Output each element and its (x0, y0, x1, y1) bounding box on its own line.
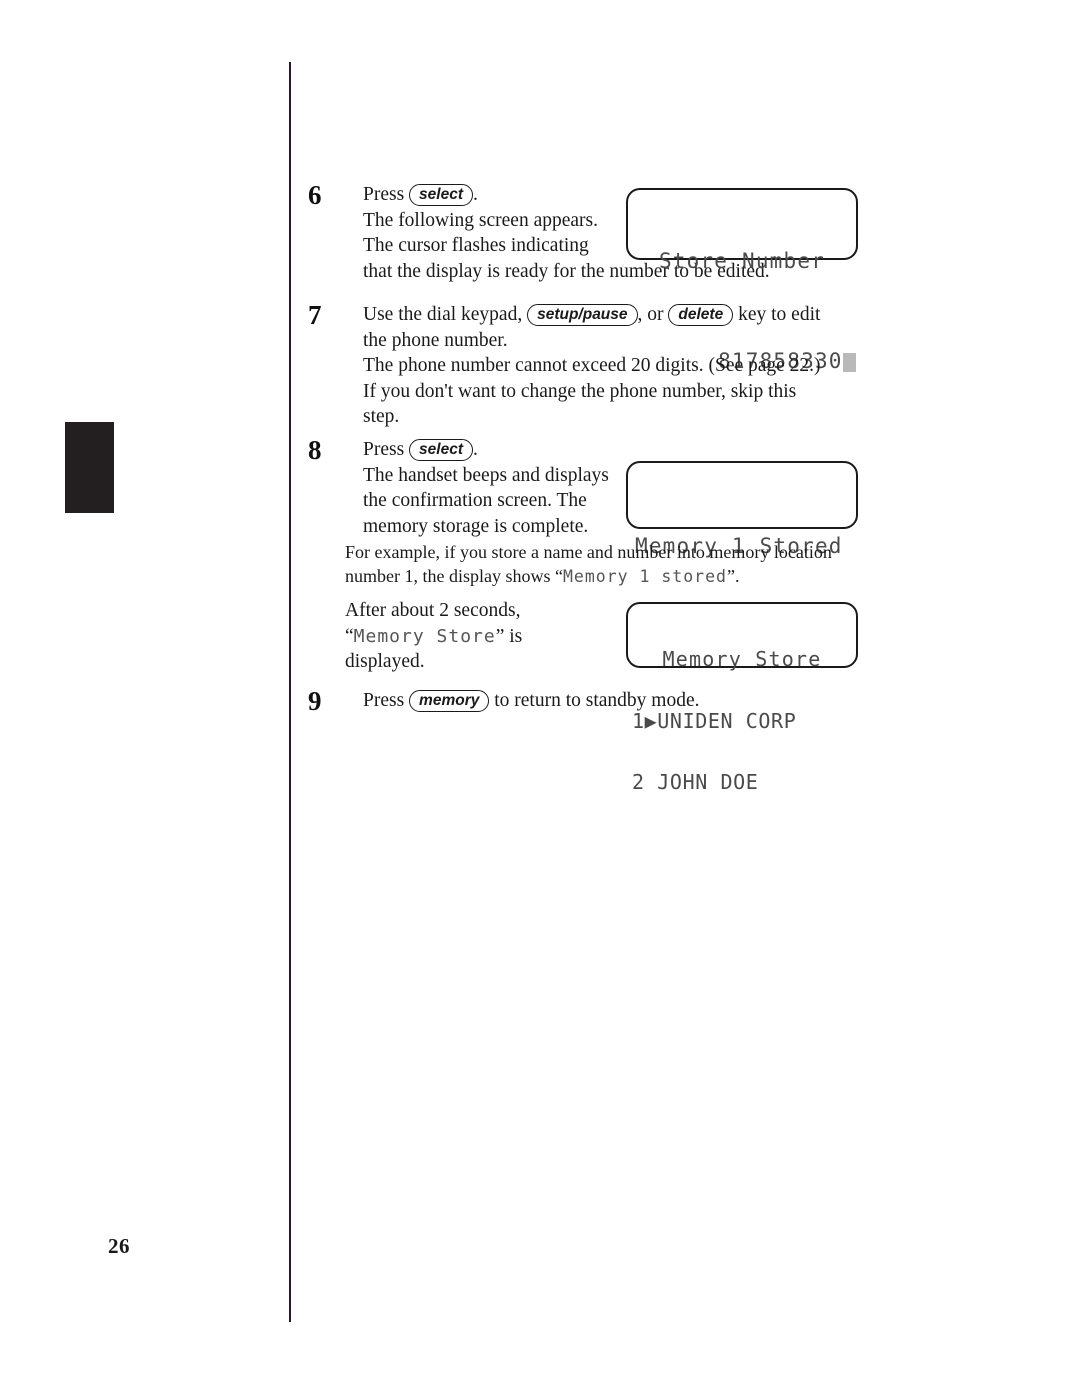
step-7: 7 Use the dial keypad, setup/pause, or d… (308, 302, 868, 430)
after-note-line-2: “Memory Store” is (345, 624, 625, 650)
page-number: 26 (108, 1234, 130, 1258)
lcd-memory-entry-2: 2 JOHN DOE (632, 770, 759, 794)
chapter-tab-marker (65, 422, 114, 513)
step-6-period: . (473, 184, 478, 205)
example-note-line-2-post: ”. (726, 566, 740, 586)
example-note-lcd-text: Memory 1 stored (562, 567, 727, 586)
step-7-line-4: If you don't want to change the phone nu… (363, 380, 797, 402)
step-7-intro-label: Use the dial keypad, (363, 304, 528, 325)
step-8-press-label: Press (363, 439, 410, 460)
lcd-memory-store-list: Memory Store 1▶UNIDEN CORP 2 JOHN DOE (626, 602, 858, 792)
step-7-body: Use the dial keypad, setup/pause, or del… (363, 302, 868, 430)
lcd-memory-store-title: Memory Store (662, 647, 822, 671)
step-9-press-label: Press (363, 690, 410, 711)
select-key[interactable]: select (409, 439, 473, 461)
step-8-body: Press select. The handset beeps and disp… (363, 437, 638, 539)
step-9-body: Press memory to return to standby mode. (363, 688, 868, 714)
example-note-line-2-pre: number 1, the display shows “ (345, 566, 563, 586)
step-8-line-1: Press select. (363, 437, 638, 463)
setup-pause-key[interactable]: setup/pause (527, 304, 638, 326)
delete-key[interactable]: delete (668, 304, 734, 326)
step-8-line-4: memory storage is complete. (363, 515, 589, 537)
step-7-line-3: The phone number cannot exceed 20 digits… (363, 355, 821, 376)
step-6-number: 6 (308, 180, 322, 210)
step-7-line-1: Use the dial keypad, setup/pause, or del… (363, 302, 868, 328)
lcd-memory-stored: Memory 1 Stored (626, 461, 858, 558)
step-9-line-1: Press memory to return to standby mode. (363, 688, 868, 714)
step-7-conjunction: , or (637, 304, 669, 325)
after-note: After about 2 seconds, “Memory Store” is… (345, 598, 625, 675)
example-note: For example, if you store a name and num… (345, 540, 865, 589)
step-7-number: 7 (308, 300, 322, 330)
after-note-lcd-text: Memory Store (353, 625, 496, 647)
lcd-memory-entry-1: 1▶UNIDEN CORP (632, 708, 797, 733)
after-note-quote-open: “ (345, 625, 354, 647)
after-note-quote-close: ” is (495, 625, 523, 647)
example-note-line-2: number 1, the display shows “Memory 1 st… (345, 564, 865, 589)
step-7-line-1-tail: key to edit (733, 304, 821, 325)
after-note-line-1: After about 2 seconds, (345, 600, 521, 621)
step-8: 8 Press select. The handset beeps and di… (308, 437, 638, 539)
step-8-period: . (473, 439, 478, 460)
example-note-line-1: For example, if you store a name and num… (345, 542, 832, 562)
select-key[interactable]: select (409, 184, 473, 206)
step-8-line-2: The handset beeps and displays (363, 464, 609, 486)
step-6-press-label: Press (363, 184, 410, 205)
step-7-line-2: the phone number. (363, 329, 508, 351)
step-7-line-5: step. (363, 406, 400, 427)
step-9: 9 Press memory to return to standby mode… (308, 686, 868, 716)
lcd-store-number: Store Number 817858330 (626, 188, 858, 373)
after-note-line-3: displayed. (345, 651, 425, 672)
lcd-store-number-title: Store Number (658, 249, 826, 273)
page-vertical-rule (289, 62, 291, 1322)
step-8-number: 8 (308, 435, 322, 465)
step-8-line-3: the confirmation screen. The (363, 490, 587, 511)
step-9-line-1-tail: to return to standby mode. (489, 690, 700, 711)
memory-key[interactable]: memory (409, 690, 490, 712)
step-9-number: 9 (308, 686, 322, 716)
